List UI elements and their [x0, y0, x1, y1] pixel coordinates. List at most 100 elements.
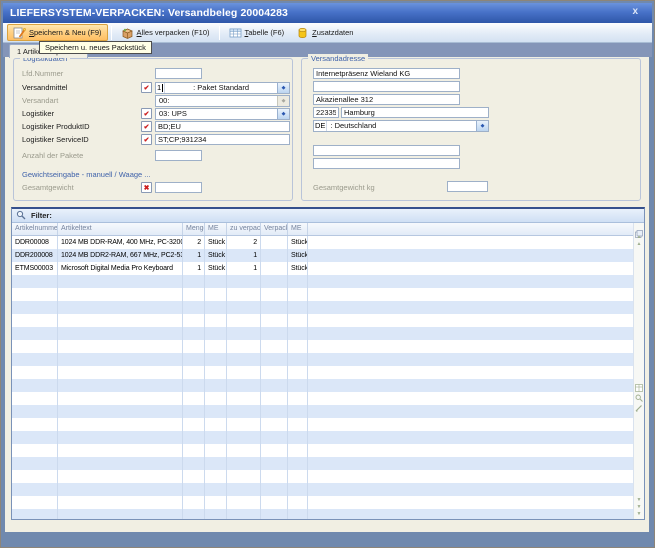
grid-view-icon[interactable] [635, 379, 643, 387]
grid-column-header[interactable]: ME [288, 223, 308, 235]
table-cell [227, 496, 261, 509]
grid-column-header[interactable]: zu verpacke [227, 223, 261, 235]
versandmittel-combobox[interactable]: 1 : Paket Standard ◆ [155, 82, 290, 94]
adresse-name1-input[interactable] [313, 68, 460, 79]
table-cell [183, 353, 205, 366]
dropdown-button[interactable]: ◆ [476, 121, 488, 131]
table-cell: 1024 MB DDR-RAM, 400 MHz, PC-3200, Elixi… [58, 236, 183, 249]
column-chooser-icon[interactable] [635, 225, 643, 233]
logistiker-edit-button[interactable]: ✔ [141, 108, 152, 119]
table-cell [58, 431, 183, 444]
adresse-ort-input[interactable] [341, 107, 489, 118]
gesamtgewicht-clear-button[interactable]: ✖ [141, 182, 152, 193]
table-cell [12, 327, 58, 340]
scroll-down-icon[interactable]: ▼ [637, 504, 642, 511]
table-row-empty[interactable] [12, 496, 633, 509]
grid-filter-row[interactable]: Filter: [12, 209, 644, 223]
adresse-zusatz1-input[interactable] [313, 145, 460, 156]
dropdown-button[interactable]: ◆ [277, 83, 289, 93]
table-cell [261, 366, 288, 379]
adresse-name2-input[interactable] [313, 81, 460, 92]
scroll-up-icon[interactable]: ▲ [637, 241, 642, 248]
save-new-button[interactable]: Speichern & Neu (F9) [7, 24, 108, 41]
table-row[interactable]: DDR000081024 MB DDR-RAM, 400 MHz, PC-320… [12, 236, 633, 249]
grid-column-header[interactable]: ME [205, 223, 227, 235]
table-cell [227, 418, 261, 431]
scroll-top-icon[interactable]: ▲ [637, 234, 642, 241]
table-cell [12, 301, 58, 314]
table-row-empty[interactable] [12, 327, 633, 340]
table-row-empty[interactable] [12, 314, 633, 327]
table-row-empty[interactable] [12, 353, 633, 366]
pack-all-button[interactable]: Alles verpacken (F10) [115, 24, 216, 41]
dropdown-icon: ◆ [282, 85, 286, 91]
table-row[interactable]: DDR2000081024 MB DDR2-RAM, 667 MHz, PC2-… [12, 249, 633, 262]
table-row-empty[interactable] [12, 288, 633, 301]
adresse-land-combobox[interactable]: DE : Deutschland ◆ [313, 120, 489, 132]
scroll-down-icon[interactable]: ▼ [637, 497, 642, 504]
table-row-empty[interactable] [12, 275, 633, 288]
toolbar: Speichern & Neu (F9) Alles verpacken (F1… [3, 23, 652, 43]
adresse-plz-input[interactable] [313, 107, 339, 118]
lfd-nummer-input[interactable] [155, 68, 202, 79]
table-row-empty[interactable] [12, 340, 633, 353]
table-button[interactable]: Tabelle (F6) [223, 24, 291, 41]
table-row-empty[interactable] [12, 301, 633, 314]
table-cell-filler [308, 262, 633, 275]
table-cell: Stück [205, 249, 227, 262]
table-cell [58, 418, 183, 431]
table-row-empty[interactable] [12, 470, 633, 483]
table-row-empty[interactable] [12, 418, 633, 431]
logistiker-combobox[interactable]: 03: UPS ◆ [155, 108, 290, 120]
table-row-empty[interactable] [12, 431, 633, 444]
versandmittel-label: Versandmittel [22, 83, 67, 92]
dropdown-button[interactable]: ◆ [277, 109, 289, 119]
gesamtgewicht-input[interactable] [155, 182, 202, 193]
gesamtgewicht-kg-label: Gesamtgewicht kg [313, 183, 375, 192]
scroll-bottom-icon[interactable]: ▼ [637, 511, 642, 518]
table-cell [288, 379, 308, 392]
edit-icon[interactable] [635, 399, 643, 407]
table-row-empty[interactable] [12, 405, 633, 418]
table-cell [183, 392, 205, 405]
gesamtgewicht-kg-input[interactable] [447, 181, 488, 192]
table-cell [227, 444, 261, 457]
grid-column-header[interactable]: Verpackt [261, 223, 288, 235]
table-cell [261, 288, 288, 301]
search-icon[interactable] [635, 389, 643, 397]
table-row-empty[interactable] [12, 366, 633, 379]
adresse-strasse-input[interactable] [313, 94, 460, 105]
versandmittel-edit-button[interactable]: ✔ [141, 82, 152, 93]
table-row[interactable]: ETMS00003Microsoft Digital Media Pro Key… [12, 262, 633, 275]
close-button[interactable]: x [632, 6, 638, 17]
produkt-id-edit-button[interactable]: ✔ [141, 121, 152, 132]
versandart-label: Versandart [22, 96, 58, 105]
table-cell [12, 353, 58, 366]
table-cell [261, 379, 288, 392]
table-row-empty[interactable] [12, 483, 633, 496]
grid-column-header[interactable]: Artikelnummer [12, 223, 58, 235]
table-row-empty[interactable] [12, 457, 633, 470]
grid-column-header[interactable]: Menge [183, 223, 205, 235]
table-row-empty[interactable] [12, 444, 633, 457]
table-cell [12, 431, 58, 444]
adresse-zusatz2-input[interactable] [313, 158, 460, 169]
table-cell [205, 405, 227, 418]
extra-data-button[interactable]: Zusatzdaten [290, 24, 359, 41]
table-cell-filler [308, 353, 633, 366]
table-row-empty[interactable] [12, 379, 633, 392]
grid-column-header[interactable]: Artikeltext [58, 223, 183, 235]
table-cell-filler [308, 366, 633, 379]
grid-column-header-filler [308, 223, 644, 235]
grid-scrollbar[interactable]: ▲ ▲ ▼ ▼ ▼ [633, 223, 644, 519]
service-id-edit-button[interactable]: ✔ [141, 134, 152, 145]
table-cell [261, 431, 288, 444]
produkt-id-input[interactable] [155, 121, 290, 132]
versandart-text: 00: [156, 96, 277, 106]
service-id-input[interactable] [155, 134, 290, 145]
anzahl-pakete-input[interactable] [155, 150, 202, 161]
land-text: : Deutschland [327, 121, 476, 131]
table-row-empty[interactable] [12, 509, 633, 519]
table-cell [12, 418, 58, 431]
table-row-empty[interactable] [12, 392, 633, 405]
